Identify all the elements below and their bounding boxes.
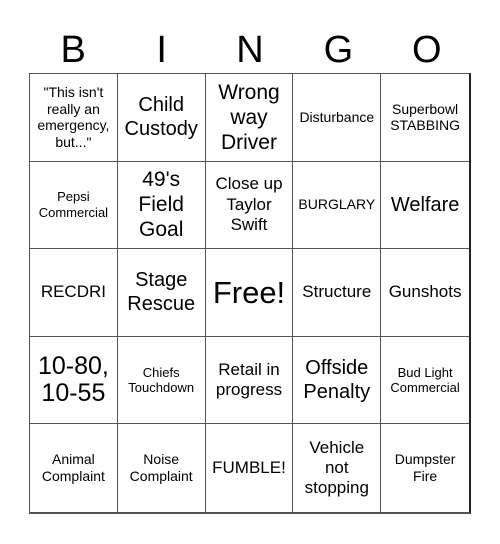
- bingo-cell[interactable]: RECDRI: [30, 249, 118, 337]
- header-letter-b: B: [60, 29, 86, 71]
- bingo-cell[interactable]: "This isn't really an emergency, but...": [30, 74, 118, 162]
- cell-text: Stage Rescue: [127, 269, 196, 316]
- bingo-cell[interactable]: Gunshots: [381, 249, 469, 337]
- cell-text: Close up Taylor Swift: [215, 174, 283, 235]
- cell-text: 49's Field Goal: [138, 168, 184, 242]
- header-letter-g: G: [323, 29, 354, 71]
- cell-text: Offside Penalty: [303, 357, 371, 404]
- cell-text: Wrong way Driver: [218, 80, 280, 154]
- bingo-cell[interactable]: Dumpster Fire: [381, 424, 469, 512]
- bingo-cell[interactable]: Animal Complaint: [30, 424, 118, 512]
- bingo-cell[interactable]: Child Custody: [117, 74, 206, 162]
- cell-text: Disturbance: [299, 108, 375, 125]
- bingo-cell[interactable]: Bud Light Commercial: [381, 337, 469, 425]
- cell-text: FUMBLE!: [212, 457, 286, 477]
- bingo-cell[interactable]: Stage Rescue: [117, 249, 206, 337]
- bingo-cell[interactable]: Close up Taylor Swift: [205, 161, 294, 250]
- bingo-cell[interactable]: Vehicle not stopping: [293, 424, 382, 512]
- bingo-cell[interactable]: Wrong way Driver: [205, 74, 294, 162]
- bingo-cell[interactable]: Welfare: [381, 162, 469, 250]
- cell-text: Free!: [212, 274, 286, 310]
- bingo-cell[interactable]: 49's Field Goal: [117, 161, 206, 250]
- cell-text: BURGLARY: [298, 196, 376, 213]
- cell-text: Retail in progress: [215, 359, 283, 400]
- cell-text: Noise Complaint: [129, 451, 193, 485]
- free-space-cell[interactable]: Free!: [205, 249, 294, 337]
- cell-text: Gunshots: [388, 282, 462, 302]
- bingo-header: B I N G O: [29, 28, 471, 73]
- cell-text: Pepsi Commercial: [38, 189, 109, 220]
- bingo-cell[interactable]: Retail in progress: [205, 336, 294, 425]
- header-letter-n: N: [236, 29, 264, 71]
- bingo-card-grid: "This isn't really an emergency, but..."…: [29, 73, 471, 514]
- cell-text: Bud Light Commercial: [390, 364, 460, 396]
- bingo-cell[interactable]: FUMBLE!: [206, 424, 294, 512]
- bingo-cell[interactable]: Structure: [293, 249, 382, 337]
- cell-text: Vehicle not stopping: [304, 437, 369, 498]
- cell-text: Animal Complaint: [41, 451, 105, 485]
- bingo-cell[interactable]: Disturbance: [293, 74, 382, 162]
- cell-text: RECDRI: [40, 282, 106, 302]
- bingo-cell[interactable]: Noise Complaint: [118, 424, 206, 512]
- cell-text: Dumpster Fire: [394, 451, 456, 485]
- header-letter-o: O: [412, 29, 442, 71]
- cell-text: Superbowl STABBING: [390, 100, 460, 134]
- cell-text: 10-80, 10-55: [37, 351, 109, 408]
- cell-text: Chiefs Touchdown: [128, 364, 195, 396]
- bingo-cell[interactable]: Superbowl STABBING: [381, 74, 469, 162]
- header-letter-i: I: [156, 29, 167, 71]
- cell-text: Welfare: [390, 193, 460, 216]
- bingo-cell[interactable]: Pepsi Commercial: [30, 161, 118, 250]
- bingo-cell[interactable]: 10-80, 10-55: [30, 336, 118, 425]
- bingo-cell[interactable]: BURGLARY: [293, 161, 382, 250]
- bingo-cell[interactable]: Offside Penalty: [293, 336, 382, 425]
- cell-text: "This isn't really an emergency, but...": [37, 83, 110, 151]
- cell-text: Child Custody: [124, 94, 198, 141]
- bingo-cell[interactable]: Chiefs Touchdown: [117, 336, 206, 425]
- cell-text: Structure: [302, 282, 372, 302]
